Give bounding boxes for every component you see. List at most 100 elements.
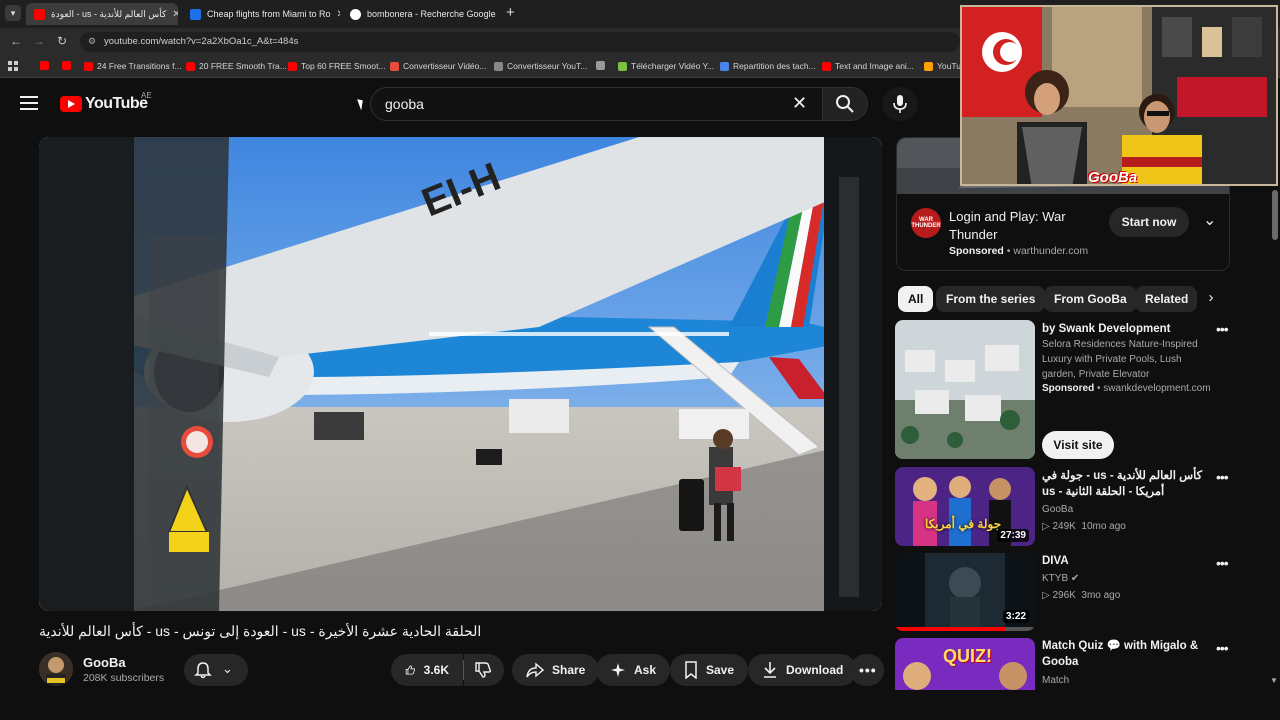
new-tab-button[interactable]: + [506, 4, 515, 21]
menu-icon[interactable] [20, 96, 38, 110]
bookmark-favicon-icon [924, 61, 933, 71]
mouse-cursor-icon [357, 97, 366, 111]
bookmark-favicon-icon [390, 61, 399, 71]
subscription-bell-button[interactable]: ⌄ [184, 654, 248, 686]
reload-icon[interactable]: ↻ [57, 34, 67, 48]
bookmark-item[interactable] [40, 61, 53, 70]
dislike-button[interactable] [464, 654, 504, 686]
flights-favicon-icon [190, 8, 201, 20]
bookmark-item[interactable]: Convertisseur YouT... [494, 61, 587, 71]
back-icon[interactable]: ← [10, 34, 22, 48]
bookmark-item[interactable]: 24 Free Transitions f... [84, 61, 182, 71]
voice-search-button[interactable] [882, 87, 918, 121]
related-title[interactable]: DIVA [1042, 553, 1210, 569]
related-title[interactable]: كأس العالم للأندية - us - جولة في أمريكا… [1042, 468, 1210, 500]
more-vertical-icon[interactable]: ••• [1216, 640, 1229, 656]
google-favicon-icon [350, 8, 361, 20]
visit-site-button[interactable]: Visit site [1042, 431, 1114, 459]
chip-from-the-series[interactable]: From the series [936, 286, 1046, 312]
scroll-down-icon[interactable]: ▼ [1270, 676, 1278, 685]
related-thumbnail[interactable]: QUIZ! [895, 638, 1035, 690]
bookmark-item[interactable]: Repartition des tach... [720, 61, 816, 71]
bell-icon [194, 662, 212, 679]
ad-start-button[interactable]: Start now [1109, 207, 1189, 237]
related-title[interactable]: Match Quiz 💬 with Migalo & Gooba [1042, 638, 1212, 670]
clear-search-icon[interactable]: ✕ [792, 93, 807, 114]
related-thumbnail[interactable] [895, 320, 1035, 459]
bookmark-favicon-icon [720, 61, 729, 71]
bookmark-favicon-icon [62, 61, 71, 70]
apps-grid-icon[interactable] [8, 61, 18, 71]
sidebar-scrollbar[interactable] [1272, 190, 1278, 240]
bookmark-item[interactable] [596, 61, 609, 70]
like-button[interactable]: 3.6K [391, 654, 463, 686]
chips-next-icon[interactable]: › [1198, 286, 1224, 312]
download-icon [764, 662, 776, 678]
bookmark-favicon-icon [494, 61, 503, 71]
related-meta: ▷ 249K 10mo ago [1042, 521, 1126, 532]
youtube-play-icon [60, 96, 82, 112]
related-thumbnail[interactable]: 3:22 [895, 553, 1035, 631]
bookmark-item[interactable]: Text and Image ani... [822, 61, 914, 71]
sparkle-icon [611, 663, 625, 677]
thumbnail-caption: QUIZ! [943, 646, 992, 666]
search-icon [836, 95, 854, 113]
close-icon[interactable]: ✕ [166, 9, 178, 20]
search-input[interactable]: gooba [370, 87, 822, 121]
thumbs-up-icon [405, 665, 416, 675]
chevron-down-icon[interactable]: ⌄ [1203, 210, 1216, 230]
site-info-icon[interactable]: ⚙ [88, 36, 96, 47]
share-button[interactable]: Share [512, 654, 600, 686]
url-input[interactable]: ⚙ youtube.com/watch?v=2a2XbOa1c_A&t=484s [80, 32, 960, 52]
bookmark-item[interactable]: Top 60 FREE Smoot... [288, 61, 386, 71]
search-button[interactable] [822, 87, 868, 121]
tab-title: Cheap flights from Miami to Ro [207, 9, 331, 19]
bookmark-item[interactable]: YouTu [924, 61, 961, 71]
forward-icon[interactable]: → [33, 34, 45, 48]
more-vertical-icon[interactable]: ••• [1216, 469, 1229, 485]
bookmark-item[interactable]: 20 FREE Smooth Tra... [186, 61, 287, 71]
chip-related[interactable]: Related [1135, 286, 1197, 312]
more-vertical-icon[interactable]: ••• [1216, 321, 1229, 337]
ad-logo: WAR THUNDER [911, 208, 941, 238]
tab-flights[interactable]: Cheap flights from Miami to Ro ✕ [182, 3, 340, 25]
tab-youtube[interactable]: كأس العالم للأندية - us - العودة ✕ [26, 3, 178, 25]
related-thumbnail[interactable]: جولة في أمريكا 27:39 [895, 467, 1035, 546]
ask-button[interactable]: Ask [596, 654, 671, 686]
related-channel[interactable]: GooBa [1042, 504, 1073, 515]
tab-title: bombonera - Recherche Google [367, 9, 496, 19]
subscriber-count: 208K subscribers [83, 672, 165, 684]
close-icon[interactable]: ✕ [496, 9, 500, 20]
related-meta: ▷ 296K 3mo ago [1042, 590, 1121, 601]
bookmark-item[interactable] [62, 61, 75, 70]
channel-avatar[interactable] [39, 652, 73, 686]
bookmark-favicon-icon [618, 61, 627, 71]
more-vertical-icon[interactable]: ••• [1216, 555, 1229, 571]
more-actions-button[interactable]: ••• [850, 654, 884, 686]
bookmark-item[interactable]: Télécharger Vidéo Y... [618, 61, 714, 71]
webcam-overlay: GooBa [960, 5, 1278, 186]
duration-badge: 27:39 [997, 529, 1029, 542]
bookmark-favicon-icon [84, 61, 93, 71]
related-title[interactable]: by Swank Development [1042, 321, 1210, 337]
related-channel[interactable]: Match [1042, 675, 1069, 686]
bookmark-favicon-icon [822, 61, 831, 71]
bookmark-item[interactable]: Convertisseur Vidéo... [390, 61, 486, 71]
channel-name[interactable]: GooBa [83, 655, 126, 670]
download-button[interactable]: Download [748, 654, 858, 686]
video-player[interactable]: EI-H [39, 137, 882, 611]
tab-google[interactable]: bombonera - Recherche Google ✕ [342, 3, 500, 25]
youtube-favicon-icon [34, 8, 45, 20]
save-button[interactable]: Save [670, 654, 749, 686]
close-icon[interactable]: ✕ [331, 9, 340, 20]
related-channel[interactable]: KTYB ✔ [1042, 573, 1079, 584]
region-label: AE [141, 91, 152, 100]
ad-sponsor-line: Sponsored • warthunder.com [949, 245, 1089, 257]
chip-all[interactable]: All [898, 286, 934, 312]
chip-from-gooba[interactable]: From GooBa [1044, 286, 1137, 312]
duration-badge: 3:22 [1002, 610, 1029, 623]
tab-search-button[interactable]: ▾ [5, 5, 21, 21]
youtube-logo[interactable]: YouTube [60, 95, 148, 113]
video-title: الحلقة الحادية عشرة الأخيرة - us - العود… [39, 623, 482, 639]
tab-title: كأس العالم للأندية - us - العودة [51, 8, 167, 19]
